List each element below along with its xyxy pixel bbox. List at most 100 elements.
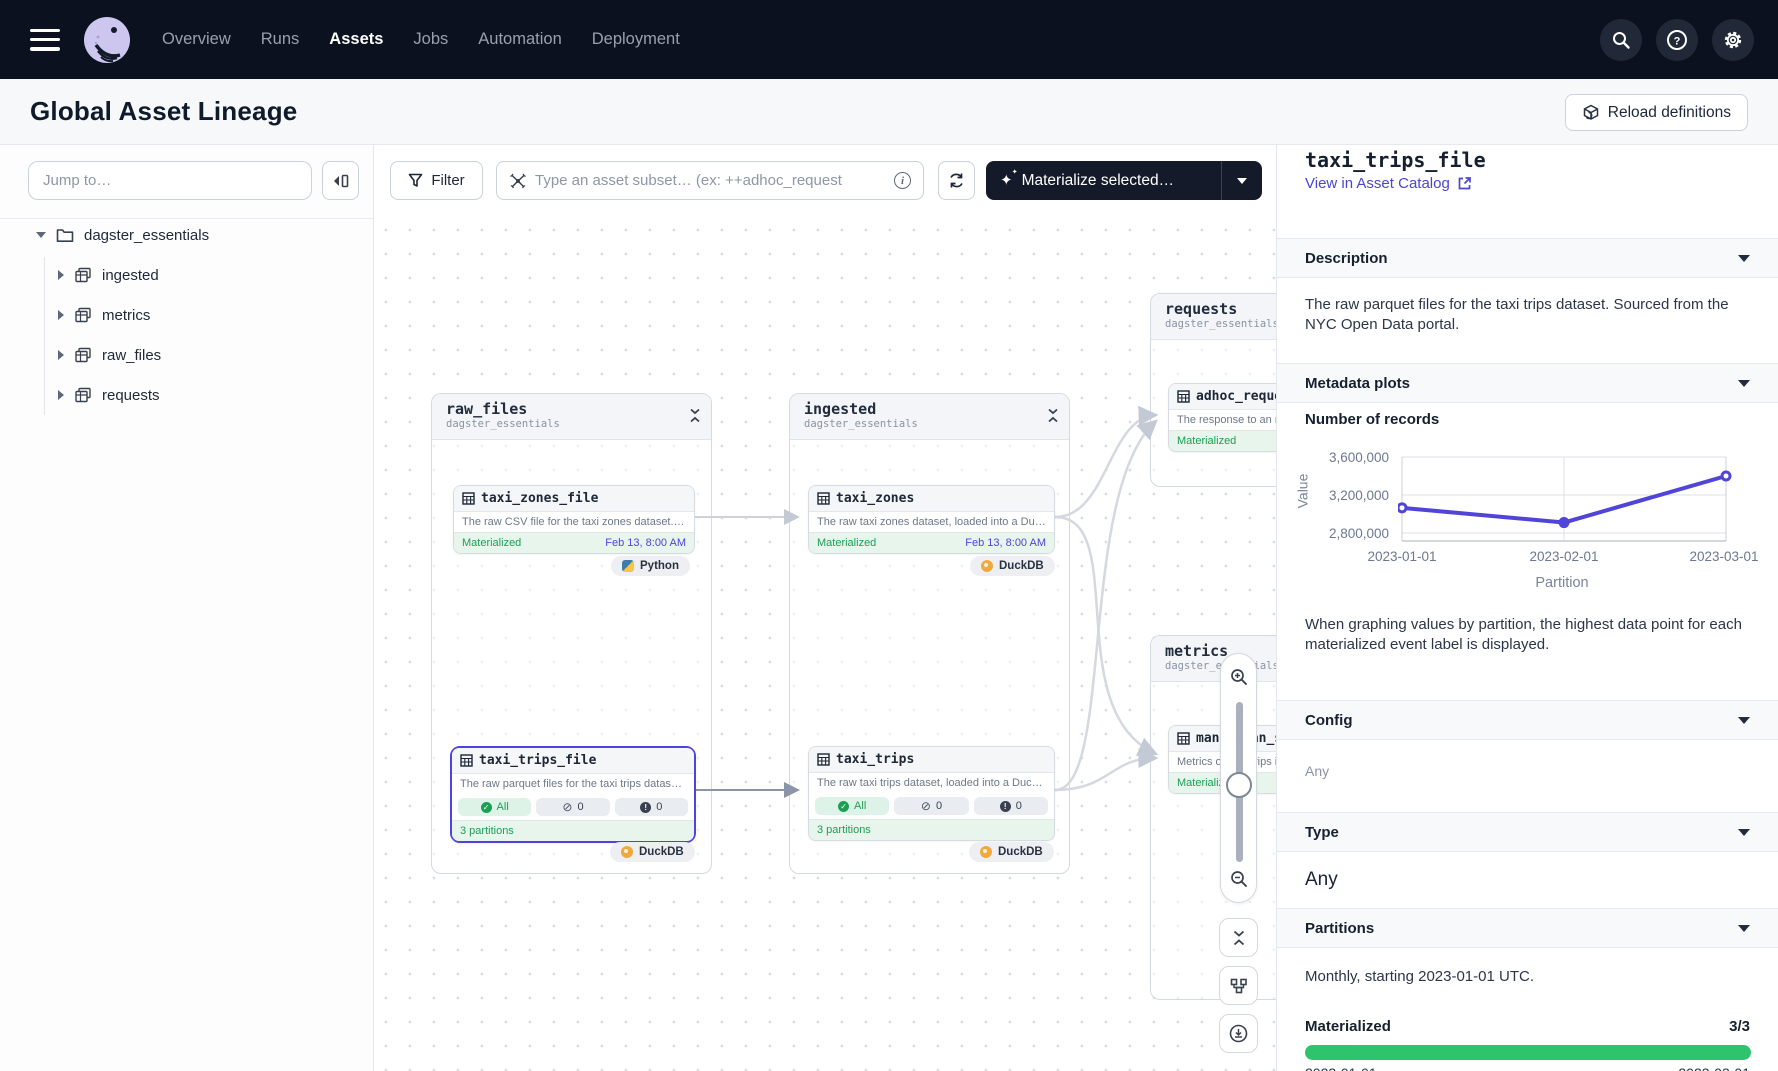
- status-materialized: Materialized: [462, 537, 521, 549]
- section-caret-icon: [1738, 829, 1750, 836]
- download-image-button[interactable]: [1219, 1014, 1258, 1053]
- slashed-circle-icon: ⊘: [921, 800, 931, 812]
- asset-detail-title: taxi_trips_file: [1305, 148, 1486, 172]
- section-description[interactable]: Description: [1277, 238, 1778, 278]
- tree-item-raw-files[interactable]: raw_files: [0, 336, 373, 374]
- reload-definitions-button[interactable]: Reload definitions: [1565, 94, 1748, 131]
- zoom-out-icon: [1230, 870, 1248, 888]
- partitions-failed-pill[interactable]: !0: [615, 798, 688, 816]
- tree-item-metrics[interactable]: metrics: [0, 296, 373, 334]
- materialized-progress-bar: [1305, 1045, 1751, 1060]
- badge-label: DuckDB: [639, 846, 684, 858]
- badge-label: DuckDB: [999, 560, 1044, 572]
- view-in-asset-catalog-link[interactable]: View in Asset Catalog: [1305, 175, 1472, 192]
- chart-x-axis-label: Partition: [1507, 575, 1617, 591]
- external-link-icon: [1457, 176, 1472, 191]
- collapse-vertical-icon: [1232, 930, 1246, 946]
- compute-kind-badge-duckdb: DuckDB: [610, 842, 695, 862]
- nav-jobs[interactable]: Jobs: [413, 30, 448, 49]
- x-tick: 2023-02-01: [1509, 549, 1619, 564]
- exclamation-icon: !: [640, 802, 651, 813]
- section-partitions[interactable]: Partitions: [1277, 908, 1778, 948]
- info-icon[interactable]: i: [894, 172, 911, 189]
- partitions-missing-pill[interactable]: ⊘0: [536, 798, 609, 816]
- slashed-circle-icon: ⊘: [562, 801, 572, 813]
- collapse-panel-button[interactable]: [322, 161, 359, 200]
- help-icon[interactable]: ?: [1656, 19, 1698, 61]
- partitions-materialized-pill[interactable]: ✓All: [815, 797, 889, 815]
- materialize-label: Materialize selected…: [1022, 172, 1174, 190]
- nav-deployment[interactable]: Deployment: [592, 30, 680, 49]
- asset-subset-input[interactable]: [535, 172, 886, 189]
- group-header: raw_files dagster_essentials: [432, 394, 711, 440]
- section-metadata-plots[interactable]: Metadata plots: [1277, 363, 1778, 403]
- caret-right-icon[interactable]: [58, 310, 64, 320]
- reload-cube-icon: [1582, 104, 1600, 122]
- materialization-time[interactable]: Feb 13, 8:00 AM: [965, 537, 1046, 549]
- tree-item-dagster-essentials[interactable]: dagster_essentials: [0, 216, 373, 254]
- zoom-out-button[interactable]: [1224, 861, 1253, 897]
- refresh-button[interactable]: [938, 161, 975, 200]
- zoom-in-button[interactable]: [1224, 659, 1253, 695]
- python-icon: [622, 560, 634, 572]
- nav-automation[interactable]: Automation: [478, 30, 561, 49]
- download-icon: [1229, 1024, 1248, 1043]
- materialize-dropdown-button[interactable]: [1221, 161, 1262, 200]
- status-materialized: Materialized: [817, 537, 876, 549]
- partitions-materialized-pill[interactable]: ✓All: [458, 798, 531, 816]
- partitions-missing-pill[interactable]: ⊘0: [894, 797, 968, 815]
- asset-group-icon: [74, 387, 92, 403]
- asset-name: taxi_trips: [836, 752, 914, 767]
- materialize-selected-button[interactable]: ✦✦ Materialize selected…: [986, 161, 1262, 200]
- exclamation-icon: !: [1000, 801, 1011, 812]
- zoom-slider-handle[interactable]: [1226, 772, 1252, 798]
- materialization-time[interactable]: Feb 13, 8:00 AM: [605, 537, 686, 549]
- materialized-progress-count: 3/3: [1305, 1017, 1750, 1037]
- caret-down-icon[interactable]: [36, 232, 46, 238]
- caret-right-icon[interactable]: [58, 270, 64, 280]
- tree-item-label: ingested: [102, 267, 159, 284]
- section-config[interactable]: Config: [1277, 700, 1778, 740]
- tree-item-requests[interactable]: requests: [0, 376, 373, 414]
- y-tick: 3,200,000: [1303, 488, 1389, 503]
- asset-node-adhoc-request[interactable]: adhoc_request The response to an req Mat…: [1168, 383, 1276, 452]
- group-header: metrics dagster_essentials: [1151, 636, 1276, 682]
- jump-to-input[interactable]: [28, 161, 312, 200]
- duckdb-icon: [621, 846, 633, 858]
- rearrange-layout-button[interactable]: [1219, 966, 1258, 1005]
- compute-kind-badge-python: Python: [611, 556, 690, 576]
- check-icon: ✓: [481, 802, 492, 813]
- partitions-failed-pill[interactable]: !0: [974, 797, 1048, 815]
- graph-layout-icon: [1230, 977, 1248, 995]
- table-icon: [817, 492, 830, 505]
- collapse-group-icon[interactable]: [1047, 408, 1059, 423]
- nav-runs[interactable]: Runs: [261, 30, 300, 49]
- tree-item-ingested[interactable]: ingested: [0, 256, 373, 294]
- sparkle-icon: ✦✦: [1000, 173, 1013, 188]
- section-type[interactable]: Type: [1277, 812, 1778, 852]
- asset-name: adhoc_request: [1196, 389, 1276, 404]
- asset-node-taxi-zones-file[interactable]: taxi_zones_file The raw CSV file for the…: [453, 485, 695, 554]
- collapse-group-icon[interactable]: [689, 408, 701, 423]
- x-tick: 2023-03-01: [1669, 549, 1778, 564]
- asset-node-taxi-trips-file-selected[interactable]: taxi_trips_file The raw parquet files fo…: [450, 746, 696, 843]
- badge-label: Python: [640, 560, 679, 572]
- asset-node-taxi-zones[interactable]: taxi_zones The raw taxi zones dataset, l…: [808, 485, 1055, 554]
- dagster-logo[interactable]: [82, 15, 132, 65]
- caret-right-icon[interactable]: [58, 350, 64, 360]
- asset-group-icon: [74, 267, 92, 283]
- hamburger-menu-icon[interactable]: [30, 29, 60, 51]
- y-tick: 2,800,000: [1303, 526, 1389, 541]
- asset-node-taxi-trips[interactable]: taxi_trips The raw taxi trips dataset, l…: [808, 746, 1055, 841]
- settings-gear-icon[interactable]: [1712, 19, 1754, 61]
- caret-right-icon[interactable]: [58, 390, 64, 400]
- filter-button[interactable]: Filter: [390, 161, 483, 200]
- lineage-graph-canvas[interactable]: Filter i ✦✦ Materialize selected…: [374, 145, 1276, 1071]
- asset-name: taxi_zones: [836, 491, 914, 506]
- panel-collapse-icon: [332, 173, 350, 189]
- chart-title: Number of records: [1305, 410, 1750, 430]
- nav-assets[interactable]: Assets: [329, 30, 383, 49]
- search-icon[interactable]: [1600, 19, 1642, 61]
- collapse-all-groups-button[interactable]: [1219, 918, 1258, 957]
- nav-overview[interactable]: Overview: [162, 30, 231, 49]
